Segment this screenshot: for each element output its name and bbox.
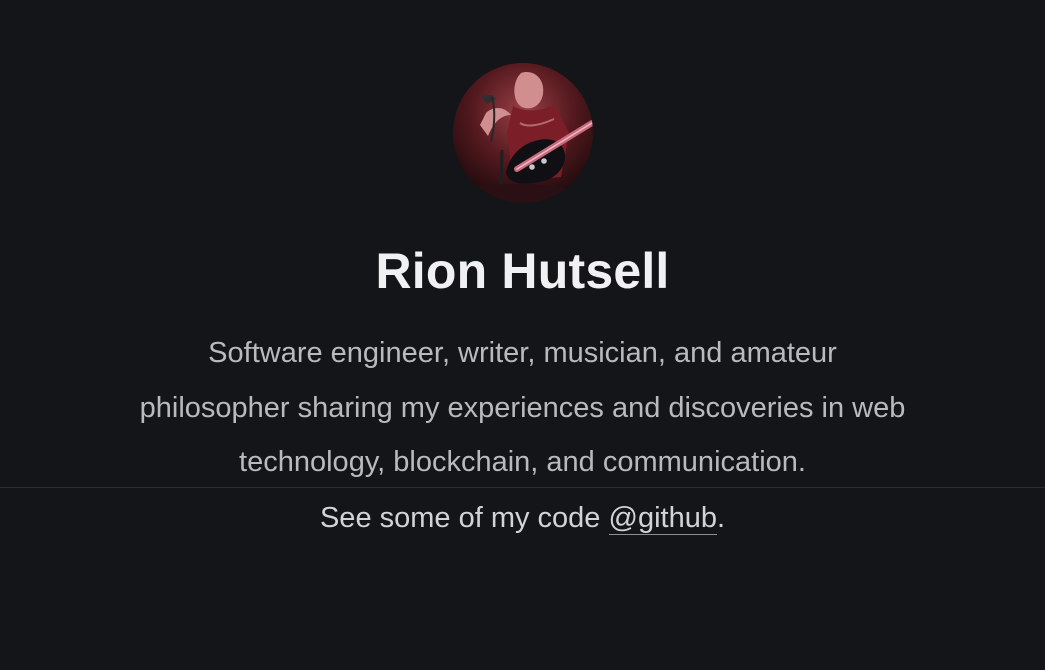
profile-photo-icon	[453, 63, 593, 203]
profile-name: Rion Hutsell	[375, 243, 670, 299]
profile-bio: Software engineer, writer, musician, and…	[139, 337, 906, 478]
section-divider	[0, 487, 1045, 488]
github-link[interactable]: @github	[608, 502, 717, 535]
code-prefix: See some of my code	[319, 502, 609, 534]
github-code-line: See some of my code @github.	[0, 498, 1045, 538]
avatar	[453, 63, 593, 203]
profile-section: Rion Hutsell Software engineer, writer, …	[0, 0, 1045, 488]
code-suffix: .	[716, 502, 726, 534]
